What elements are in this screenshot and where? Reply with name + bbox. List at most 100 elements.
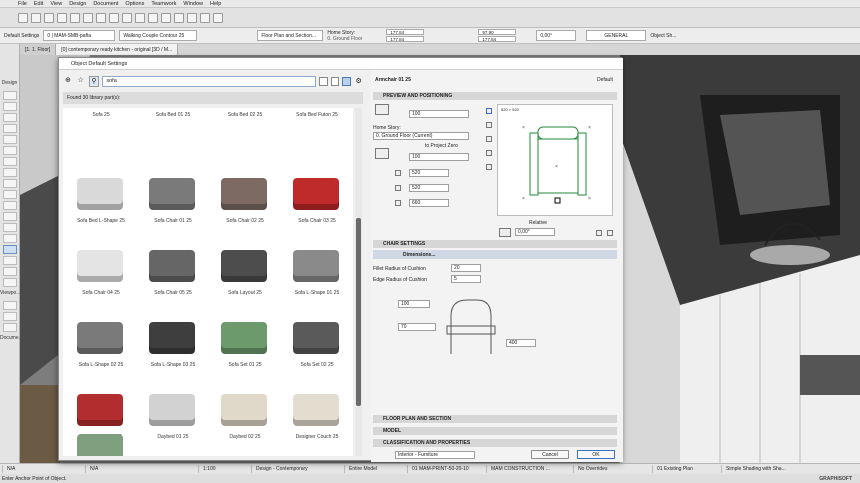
favorites-star-icon[interactable]: ☆ [76, 76, 86, 86]
beam-tool-icon[interactable] [3, 157, 17, 166]
camera-tool-icon[interactable] [3, 323, 17, 332]
length-field[interactable]: 520 [409, 184, 449, 192]
shading-selector[interactable]: Simple Shading with Sha... [721, 465, 811, 473]
library-item[interactable]: Sofa Bed L-Shape 25 [65, 170, 137, 231]
library-item[interactable]: Sofa Bed 02 25 [209, 108, 281, 159]
render-icon[interactable] [213, 12, 223, 23]
zoom-in-icon[interactable] [174, 12, 184, 23]
pointer-icon[interactable] [83, 12, 93, 23]
library-item[interactable]: Sofa Chair 03 25 [281, 170, 353, 231]
home-story-value[interactable]: 0. Ground Floor [327, 36, 362, 42]
library-item[interactable]: Daybed 02 25 [209, 386, 281, 447]
undo-icon[interactable] [57, 12, 67, 23]
scale-selector[interactable]: 1:100 [198, 465, 248, 473]
classification-selector[interactable]: Interior - Furniture [395, 451, 475, 459]
menu-teamwork[interactable]: Teamwork [151, 1, 176, 7]
menu-window[interactable]: Window [183, 1, 203, 7]
section-chair-settings[interactable]: CHAIR SETTINGS [373, 240, 617, 248]
roof-tool-icon[interactable] [3, 179, 17, 188]
menu-view[interactable]: View [50, 1, 62, 7]
rotation-field[interactable]: 0,00° [515, 228, 555, 236]
column-tool-icon[interactable] [3, 146, 17, 155]
marquee-tool-icon[interactable] [3, 102, 17, 111]
menu-options[interactable]: Options [125, 1, 144, 7]
shell-tool-icon[interactable] [3, 190, 17, 199]
section-preview-icon[interactable] [486, 122, 492, 128]
open-file-icon[interactable] [31, 12, 41, 23]
model-view-selector[interactable]: Design - Contemporary [251, 465, 341, 473]
library-item-thumbnail-partial[interactable] [77, 434, 123, 456]
graphic-overrides-selector[interactable]: No Overrides [573, 465, 649, 473]
tab-floor-plan[interactable]: [1. 1. Floor] [20, 44, 57, 55]
menu-help[interactable]: Help [210, 1, 221, 7]
angle-field[interactable]: 0,00° [536, 30, 577, 41]
marquee-icon[interactable] [96, 12, 106, 23]
library-item[interactable]: Sofa Bed Futon 25 [281, 108, 353, 159]
save-icon[interactable] [44, 12, 54, 23]
elevation-tool-icon[interactable] [3, 312, 17, 321]
dimensions-page-selector[interactable]: Dimensions... [373, 250, 617, 259]
window-tool-icon[interactable] [3, 135, 17, 144]
fillet-radius-field[interactable]: 20 [451, 264, 481, 272]
zone-tool-icon[interactable] [3, 267, 17, 276]
dimension-c-field[interactable]: 97,90 [478, 29, 517, 35]
layer-icon[interactable] [135, 12, 145, 23]
library-item[interactable]: Sofa Chair 01 25 [137, 170, 209, 231]
plan-preview-icon[interactable] [486, 108, 492, 114]
library-scrollbar[interactable] [355, 108, 362, 456]
library-search-input[interactable]: sofa [102, 75, 316, 87]
menu-document[interactable]: Document [93, 1, 118, 7]
pen-set-status-selector[interactable]: MAM CONSTRUCTION ... [486, 465, 570, 473]
railing-tool-icon[interactable] [3, 212, 17, 221]
3d-view-icon[interactable] [148, 12, 158, 23]
morph-tool-icon[interactable] [3, 234, 17, 243]
library-add-icon[interactable]: ⊕ [63, 76, 73, 86]
seat-height-field[interactable]: 70 [398, 323, 436, 331]
detail-view-icon[interactable] [330, 76, 340, 86]
orbit-icon[interactable] [161, 12, 171, 23]
library-thumbnail-grid[interactable]: Sofa 25 Sofa Bed 01 25 Sofa Bed 02 25 Sofa … [63, 108, 353, 456]
section-preview-positioning[interactable]: PREVIEW AND POSITIONING [373, 92, 617, 100]
section-classification[interactable]: CLASSIFICATION AND PROPERTIES [373, 439, 617, 447]
search-icon[interactable]: ⚲ [88, 75, 100, 87]
pen-set-selector[interactable]: Walking Couple Contour 25 [119, 30, 198, 41]
library-item[interactable]: Sofa Chair 05 25 [137, 242, 209, 303]
list-view-icon[interactable] [318, 76, 328, 86]
guide-icon[interactable] [122, 12, 132, 23]
library-item[interactable]: Sofa Set 01 25 [209, 314, 281, 375]
seat-depth-field[interactable]: 400 [506, 339, 536, 347]
library-item[interactable]: Sofa 25 [65, 108, 137, 159]
depth-field[interactable]: 660 [409, 199, 449, 207]
structure-selector[interactable]: Floor Plan and Section... [257, 30, 324, 41]
library-item[interactable]: Sofa Chair 04 25 [65, 242, 137, 303]
library-item[interactable]: Daybed 01 25 [137, 386, 209, 447]
arrow-tool-icon[interactable] [3, 91, 17, 100]
stair-tool-icon[interactable] [3, 201, 17, 210]
home-story-selector[interactable]: 0. Ground Floor (Current) [373, 132, 469, 140]
elevation-field[interactable]: 100 [409, 153, 469, 161]
settings-gear-icon[interactable]: ⚙ [354, 77, 363, 86]
zoom-out-icon[interactable] [187, 12, 197, 23]
thumbnail-view-icon[interactable] [342, 76, 352, 86]
door-tool-icon[interactable] [3, 124, 17, 133]
library-item[interactable]: Sofa Chair 02 25 [209, 170, 281, 231]
lamp-tool-icon[interactable] [3, 256, 17, 265]
section-model[interactable]: MODEL [373, 427, 617, 435]
new-file-icon[interactable] [18, 12, 28, 23]
back-height-field[interactable]: 100 [398, 300, 430, 308]
cancel-button[interactable]: Cancel [531, 450, 569, 459]
elevation-preview-icon[interactable] [486, 150, 492, 156]
preset-selector[interactable]: GENERAL [586, 30, 647, 41]
library-item[interactable]: Sofa L-Shape 01 25 [281, 242, 353, 303]
3d-preview-icon[interactable] [486, 136, 492, 142]
layer-selector[interactable]: 0 | MAM-SMB-pafta [43, 30, 116, 41]
mirror-icon[interactable] [596, 230, 602, 236]
width-field[interactable]: 520 [409, 169, 449, 177]
section-tool-icon[interactable] [3, 301, 17, 310]
dimension-b-field[interactable]: 177,84 [386, 36, 425, 42]
library-item[interactable]: Sofa Set 02 25 [281, 314, 353, 375]
section-floor-plan[interactable]: FLOOR PLAN AND SECTION [373, 415, 617, 423]
anchor-icon[interactable] [607, 230, 613, 236]
object-tool-icon[interactable] [3, 245, 17, 254]
ok-button[interactable]: OK [577, 450, 615, 459]
